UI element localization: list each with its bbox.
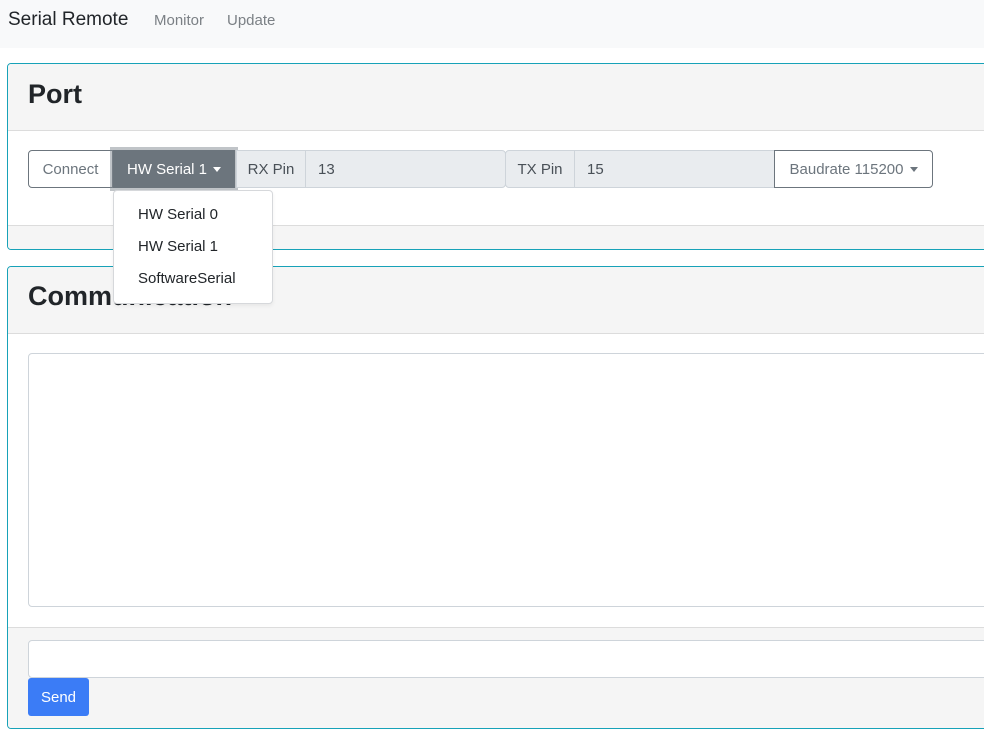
port-title: Port [28,79,82,109]
tx-pin-label: TX Pin [505,150,575,188]
send-button[interactable]: Send [28,678,89,716]
send-input[interactable] [28,640,984,678]
communication-log[interactable] [28,353,984,607]
rx-pin-label: RX Pin [236,150,306,188]
navbar: Serial Remote Monitor Update [0,0,984,48]
dropdown-item-software-serial[interactable]: SoftwareSerial [114,263,272,295]
dropdown-item-hw-serial-0[interactable]: HW Serial 0 [114,199,272,231]
rx-pin-input[interactable] [305,150,506,188]
baudrate-button[interactable]: Baudrate 115200 [774,150,933,188]
communication-card: Communication Send [7,266,984,729]
serial-dropdown-menu: HW Serial 0 HW Serial 1 SoftwareSerial [113,190,273,304]
baudrate-label: Baudrate 115200 [789,160,904,178]
tx-pin-input[interactable] [574,150,775,188]
communication-card-footer: Send [8,627,984,728]
port-card-header: Port [8,64,984,131]
chevron-down-icon [213,166,222,172]
nav-link-update[interactable]: Update [227,12,275,29]
serial-select-label: HW Serial 1 [126,160,208,178]
nav-link-monitor[interactable]: Monitor [154,12,204,29]
dropdown-item-hw-serial-1[interactable]: HW Serial 1 [114,231,272,263]
navbar-brand[interactable]: Serial Remote [8,9,128,31]
serial-select-button[interactable]: HW Serial 1 [113,150,235,188]
connect-button[interactable]: Connect [28,150,113,188]
chevron-down-icon [909,166,918,172]
